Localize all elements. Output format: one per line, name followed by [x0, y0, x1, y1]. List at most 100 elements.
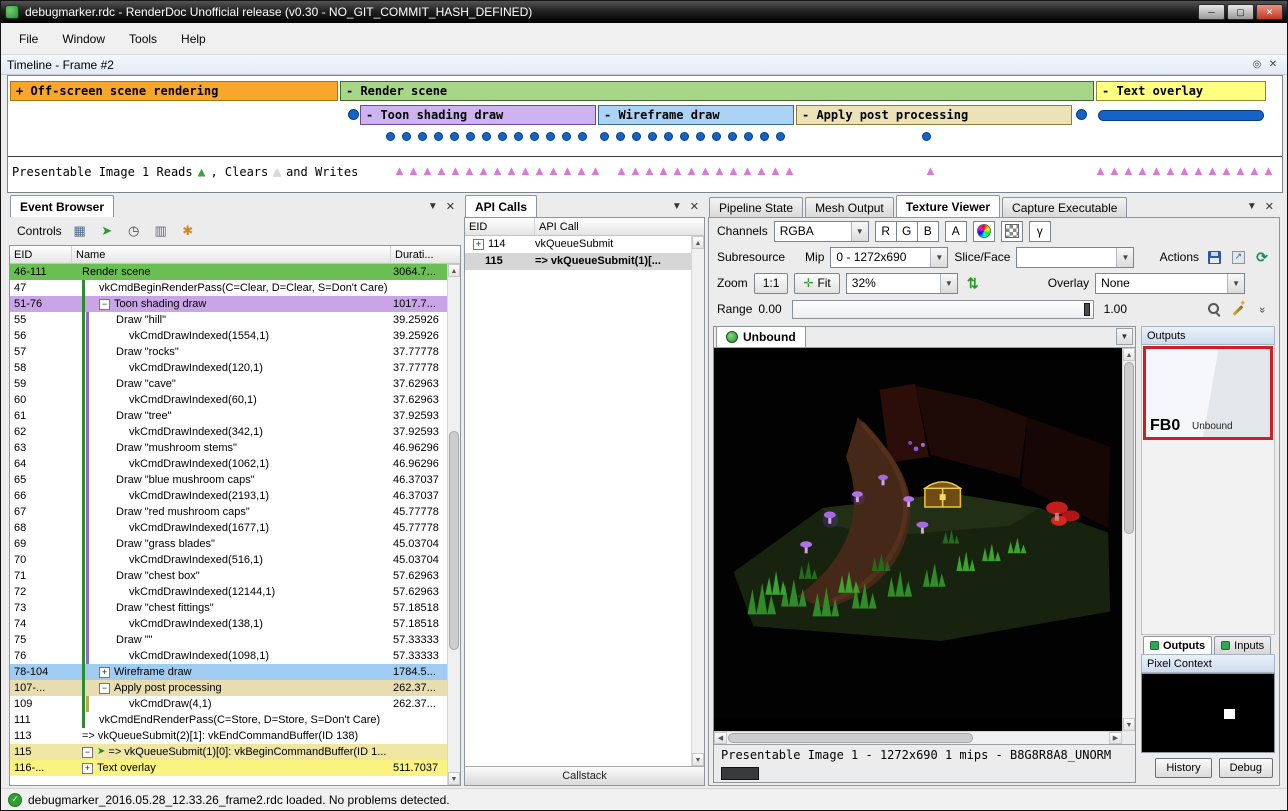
scroll-down-icon[interactable]: ▼ [692, 753, 704, 766]
gamma-button[interactable]: γ [1029, 221, 1051, 242]
write-marker-icon[interactable]: ▲ [1234, 164, 1247, 177]
write-marker-icon[interactable]: ▲ [713, 164, 726, 177]
timeline-bar[interactable]: - Wireframe draw [598, 105, 794, 125]
range-zoom-icon[interactable] [1205, 300, 1223, 318]
event-dot[interactable] [530, 132, 539, 141]
minimize-button[interactable]: ─ [1198, 4, 1225, 20]
fb0-thumbnail[interactable]: FB0 Unbound [1143, 346, 1273, 440]
range-autofit-icon[interactable] [1229, 300, 1247, 318]
scroll-left-icon[interactable]: ◀ [714, 732, 727, 744]
write-marker-icon[interactable]: ▲ [783, 164, 796, 177]
write-marker-icon[interactable]: ▲ [1220, 164, 1233, 177]
write-marker-icon[interactable]: ▲ [727, 164, 740, 177]
column-duration[interactable]: Durati... [391, 246, 460, 263]
event-row[interactable]: 70vkCmdDrawIndexed(516,1)45.03704 [10, 552, 447, 568]
event-dot[interactable] [632, 132, 641, 141]
event-dot[interactable] [1076, 109, 1087, 120]
timeline-bar[interactable]: - Apply post processing [796, 105, 1072, 125]
write-marker-icon[interactable]: ▲ [1178, 164, 1191, 177]
event-dot[interactable] [498, 132, 507, 141]
write-marker-icon[interactable]: ▲ [1248, 164, 1261, 177]
event-row[interactable]: 113=> vkQueueSubmit(2)[1]: vkEndCommandB… [10, 728, 447, 744]
export-icon[interactable] [1229, 248, 1247, 266]
expand-icon[interactable]: + [99, 667, 110, 678]
overlay-select[interactable]: None ▼ [1095, 273, 1245, 294]
event-dot[interactable] [578, 132, 587, 141]
close-icon[interactable]: ✕ [690, 200, 699, 213]
event-dot[interactable] [648, 132, 657, 141]
channel-b-button[interactable]: B [917, 221, 939, 242]
zoom-select[interactable]: 32% ▼ [846, 273, 958, 294]
write-marker-icon[interactable]: ▲ [477, 164, 490, 177]
timeline-panel[interactable]: + Off-screen scene rendering- Render sce… [7, 75, 1283, 193]
event-dot[interactable] [402, 132, 411, 141]
maximize-button[interactable]: ▢ [1227, 4, 1254, 20]
event-row[interactable]: 61Draw "tree"37.92593 [10, 408, 447, 424]
timeline-bar[interactable]: - Toon shading draw [360, 105, 596, 125]
timeline-bar[interactable]: + Off-screen scene rendering [10, 81, 338, 101]
write-marker-icon[interactable]: ▲ [671, 164, 684, 177]
event-row[interactable]: 71Draw "chest box"57.62963 [10, 568, 447, 584]
write-marker-icon[interactable]: ▲ [1206, 164, 1219, 177]
tab-capture-executable[interactable]: Capture Executable [1002, 197, 1127, 217]
event-dot[interactable] [776, 132, 785, 141]
canvas-horizontal-scrollbar[interactable]: ◀ ▶ [714, 731, 1122, 744]
event-dot[interactable] [760, 132, 769, 141]
close-icon[interactable]: ✕ [446, 200, 455, 213]
zoom-1to1-button[interactable]: 1:1 [754, 273, 789, 294]
colorwheel-button[interactable] [973, 221, 995, 242]
tab-mesh-output[interactable]: Mesh Output [805, 197, 894, 217]
event-dot[interactable] [600, 132, 609, 141]
event-row[interactable]: 107-...−Apply post processing262.37... [10, 680, 447, 696]
channels-select[interactable]: RGBA ▼ [774, 221, 869, 242]
channel-g-button[interactable]: G [896, 221, 918, 242]
close-icon[interactable]: ✕ [1265, 58, 1281, 72]
event-browser-scrollbar[interactable]: ▲ ▼ [447, 264, 460, 785]
channel-r-button[interactable]: R [875, 221, 897, 242]
write-marker-icon[interactable]: ▲ [589, 164, 602, 177]
write-marker-icon[interactable]: ▲ [769, 164, 782, 177]
event-row[interactable]: 55Draw "hill"39.25926 [10, 312, 447, 328]
write-marker-icon[interactable]: ▲ [1122, 164, 1135, 177]
scroll-up-icon[interactable]: ▲ [1123, 348, 1135, 361]
timeline-bar[interactable]: - Render scene [340, 81, 1094, 101]
write-marker-icon[interactable]: ▲ [699, 164, 712, 177]
write-marker-icon[interactable]: ▲ [505, 164, 518, 177]
pixel-context-view[interactable] [1141, 673, 1275, 753]
column-eid[interactable]: EID [465, 218, 535, 235]
texture-image[interactable] [714, 348, 1122, 731]
flip-y-icon[interactable]: ⇅ [964, 274, 982, 292]
event-row[interactable]: 68vkCmdDrawIndexed(1677,1)45.77778 [10, 520, 447, 536]
slice-face-select[interactable]: ▼ [1016, 247, 1134, 268]
menu-help[interactable]: Help [169, 27, 218, 51]
chevron-down-icon[interactable]: ▼ [428, 201, 438, 212]
tab-pipeline-state[interactable]: Pipeline State [709, 197, 803, 217]
mip-select[interactable]: 0 - 1272x690 ▼ [830, 247, 948, 268]
scrollbar-thumb[interactable] [449, 431, 459, 650]
event-dot[interactable] [922, 132, 931, 141]
write-marker-icon[interactable]: ▲ [449, 164, 462, 177]
event-dot[interactable] [386, 132, 395, 141]
event-row[interactable]: 76vkCmdDrawIndexed(1098,1)57.33333 [10, 648, 447, 664]
scrollbar-thumb[interactable] [728, 733, 973, 743]
refresh-icon[interactable]: ⟳ [1253, 248, 1271, 266]
tab-texture-viewer[interactable]: Texture Viewer [896, 195, 1000, 217]
collapse-icon[interactable]: − [99, 683, 110, 694]
scrollbar-thumb[interactable] [1124, 362, 1134, 534]
event-dot[interactable] [712, 132, 721, 141]
event-dot[interactable] [450, 132, 459, 141]
write-marker-icon[interactable]: ▲ [435, 164, 448, 177]
write-marker-icon[interactable]: ▲ [1150, 164, 1163, 177]
expand-icon[interactable]: + [82, 763, 93, 774]
event-row[interactable]: 63Draw "mushroom stems"46.96296 [10, 440, 447, 456]
write-marker-icon[interactable]: ▲ [421, 164, 434, 177]
bookmark-icon[interactable]: ✱ [179, 222, 197, 240]
tab-event-browser[interactable]: Event Browser [10, 195, 114, 217]
event-row[interactable]: 64vkCmdDrawIndexed(1062,1)46.96296 [10, 456, 447, 472]
draw-span[interactable] [1098, 110, 1264, 121]
callstack-section[interactable]: Callstack [465, 766, 704, 785]
menu-tools[interactable]: Tools [117, 27, 169, 51]
history-button[interactable]: History [1155, 758, 1211, 778]
write-marker-icon[interactable]: ▲ [1262, 164, 1275, 177]
write-marker-icon[interactable]: ▲ [643, 164, 656, 177]
